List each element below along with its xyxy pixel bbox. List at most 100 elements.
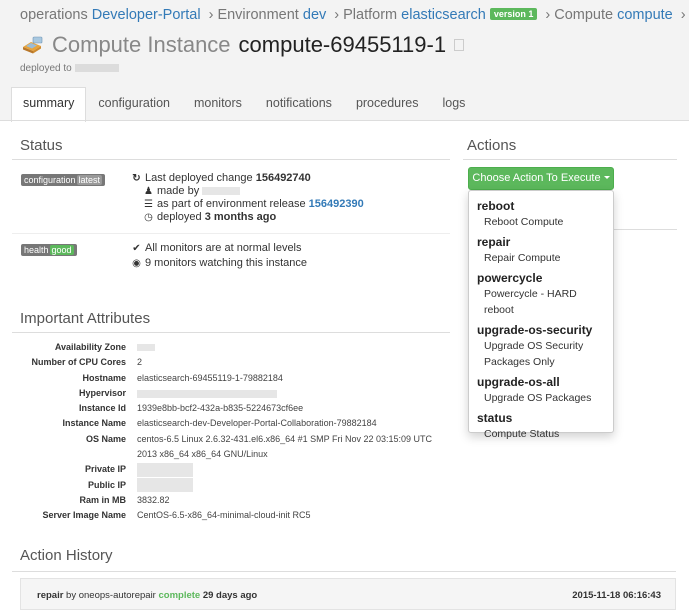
breadcrumb-org-link[interactable]: Developer-Portal bbox=[92, 7, 201, 23]
attribute-key: Server Image Name bbox=[42, 510, 126, 521]
action-dropdown-menu: reboot Reboot Compute repair Repair Comp… bbox=[468, 190, 614, 440]
menu-item-upgrade-os-all[interactable]: Upgrade OS Packages bbox=[469, 390, 613, 406]
menu-item-status[interactable]: Compute Status bbox=[469, 426, 613, 442]
redacted-value bbox=[137, 478, 193, 493]
breadcrumb-org-label: operations bbox=[20, 7, 88, 23]
attribute-key: Public IP bbox=[87, 479, 126, 490]
menu-header-status: status bbox=[477, 411, 513, 425]
actions-rule-secondary bbox=[614, 229, 677, 230]
menu-item-powercycle-line1: Powercycle - HARD bbox=[484, 288, 577, 300]
bookmark-icon[interactable] bbox=[454, 39, 465, 51]
menu-item-upgrade-os-security-line2: Packages Only bbox=[484, 356, 555, 368]
menu-item-upgrade-os-security-line1: Upgrade OS Security bbox=[484, 340, 584, 352]
caret-down-icon bbox=[603, 176, 610, 179]
last-deployed-line: ↻ Last deployed change 156492740 bbox=[131, 172, 311, 184]
tab-monitors[interactable]: monitors bbox=[182, 87, 254, 121]
attribute-key: Number of CPU Cores bbox=[31, 357, 126, 368]
status-row-divider bbox=[12, 233, 450, 234]
choose-action-button[interactable]: Choose Action To Execute bbox=[468, 167, 614, 190]
redacted-value bbox=[137, 344, 155, 352]
status-heading: Status bbox=[20, 137, 63, 154]
page-kind: Compute Instance bbox=[52, 32, 231, 57]
redacted-value bbox=[137, 463, 193, 477]
monitors-watching-line: ◉ 9 monitors watching this instance bbox=[131, 257, 307, 269]
menu-item-reboot[interactable]: Reboot Compute bbox=[469, 214, 613, 230]
tab-bar: summary configuration monitors notificat… bbox=[11, 86, 477, 122]
attribute-row: Public IP bbox=[20, 478, 450, 493]
health-badge-label: health bbox=[24, 245, 49, 255]
attribute-row: Hypervisor bbox=[20, 386, 450, 401]
release-link[interactable]: 156492390 bbox=[309, 198, 364, 210]
breadcrumb-separator: › bbox=[545, 7, 551, 23]
instance-name: compute-69455119-1 bbox=[238, 32, 447, 57]
attribute-row: Hostname elasticsearch-69455119-1-7988218… bbox=[20, 371, 450, 386]
last-change-label: Last deployed change bbox=[145, 172, 253, 184]
attribute-row: Private IP bbox=[20, 462, 450, 477]
history-rule bbox=[12, 571, 676, 572]
eye-icon: ◉ bbox=[132, 258, 141, 269]
menu-header-upgrade-os-security: upgrade-os-security bbox=[477, 323, 593, 337]
menu-header-powercycle: powercycle bbox=[477, 271, 543, 285]
attribute-value bbox=[137, 386, 277, 401]
attribute-key bbox=[20, 447, 137, 462]
tab-procedures[interactable]: procedures bbox=[344, 87, 431, 121]
history-entry[interactable]: repair by oneops-autorepair complete 29 … bbox=[20, 578, 676, 610]
attribute-key: OS Name bbox=[85, 433, 126, 444]
attribute-key: Instance Id bbox=[78, 403, 126, 414]
last-change-id: 156492740 bbox=[255, 172, 311, 184]
attribute-row: Server Image Name CentOS-6.5-x86_64-minim… bbox=[20, 508, 450, 523]
attribute-key: Instance Name bbox=[62, 418, 126, 429]
attribute-value: centos-6.5 Linux 2.6.32-431.el6.x86_64 #… bbox=[137, 433, 433, 444]
menu-header-upgrade-os-all: upgrade-os-all bbox=[477, 375, 560, 389]
attributes-heading: Important Attributes bbox=[20, 310, 151, 327]
menu-header-repair: repair bbox=[477, 235, 511, 249]
made-by-label: made by bbox=[157, 185, 200, 197]
tab-summary[interactable]: summary bbox=[11, 87, 87, 122]
attribute-value: 3832.82 bbox=[137, 494, 170, 505]
menu-item-upgrade-os-security[interactable]: Upgrade OS Security Packages Only bbox=[469, 338, 613, 370]
actions-heading: Actions bbox=[467, 137, 517, 154]
configuration-badge-value: latest bbox=[76, 175, 103, 185]
attribute-row: Instance Name elasticsearch-dev-Developer… bbox=[20, 416, 450, 431]
health-badge-value: good bbox=[49, 245, 74, 255]
menu-item-repair[interactable]: Repair Compute bbox=[469, 250, 613, 266]
attribute-row: Instance Id 1939e8bb-bcf2-432a-b835-52246… bbox=[20, 401, 450, 416]
history-heading: Action History bbox=[20, 547, 113, 564]
actions-rule bbox=[463, 159, 677, 160]
menu-item-powercycle[interactable]: Powercycle - HARD reboot bbox=[469, 286, 613, 318]
deployed-label: deployed bbox=[157, 211, 202, 223]
breadcrumb-env-link[interactable]: dev bbox=[303, 7, 326, 23]
attribute-row: Availability Zone bbox=[20, 340, 450, 355]
health-badge: health good bbox=[21, 242, 77, 256]
attribute-value: CentOS-6.5-x86_64-minimal-cloud-init RC5 bbox=[137, 510, 311, 521]
release-line: ☰ as part of environment release 15649239… bbox=[143, 198, 364, 210]
deployed-to-label: deployed to bbox=[20, 63, 72, 74]
history-action: repair bbox=[37, 590, 64, 601]
history-by-label: by bbox=[66, 590, 77, 601]
attribute-value: 2 bbox=[137, 357, 143, 368]
menu-header-reboot: reboot bbox=[477, 199, 515, 213]
attribute-key: Ram in MB bbox=[79, 494, 126, 505]
attribute-value bbox=[137, 478, 193, 493]
refresh-icon: ↻ bbox=[132, 173, 141, 184]
attribute-row: OS Name centos-6.5 Linux 2.6.32-431.el6.x… bbox=[20, 432, 450, 447]
tab-logs[interactable]: logs bbox=[430, 87, 477, 121]
attribute-key: Hostname bbox=[82, 372, 126, 383]
tab-notifications[interactable]: notifications bbox=[254, 87, 344, 121]
deployed-time-line: ◷ deployed 3 months ago bbox=[143, 211, 276, 223]
monitors-normal-text: All monitors are at normal levels bbox=[145, 242, 302, 254]
breadcrumb-platform-label: Platform bbox=[343, 7, 398, 23]
page-header: operations Developer-Portal › Environment… bbox=[0, 0, 689, 122]
attribute-row: 2013 x86_64 x86_64 GNU/Linux bbox=[20, 447, 450, 462]
compute-icon bbox=[23, 36, 43, 54]
attribute-key: Private IP bbox=[84, 464, 126, 475]
attribute-row: Ram in MB 3832.82 bbox=[20, 493, 450, 508]
deployed-to: deployed to bbox=[20, 63, 119, 74]
breadcrumb-compute-label: Compute bbox=[554, 7, 614, 23]
breadcrumb-compute-link[interactable]: compute bbox=[617, 7, 673, 23]
deployed-ago: 3 months ago bbox=[204, 211, 277, 223]
menu-gap bbox=[469, 266, 613, 268]
monitors-watching-text: 9 monitors watching this instance bbox=[145, 257, 308, 269]
breadcrumb-platform-link[interactable]: elasticsearch bbox=[401, 7, 486, 23]
tab-configuration[interactable]: configuration bbox=[86, 87, 182, 121]
